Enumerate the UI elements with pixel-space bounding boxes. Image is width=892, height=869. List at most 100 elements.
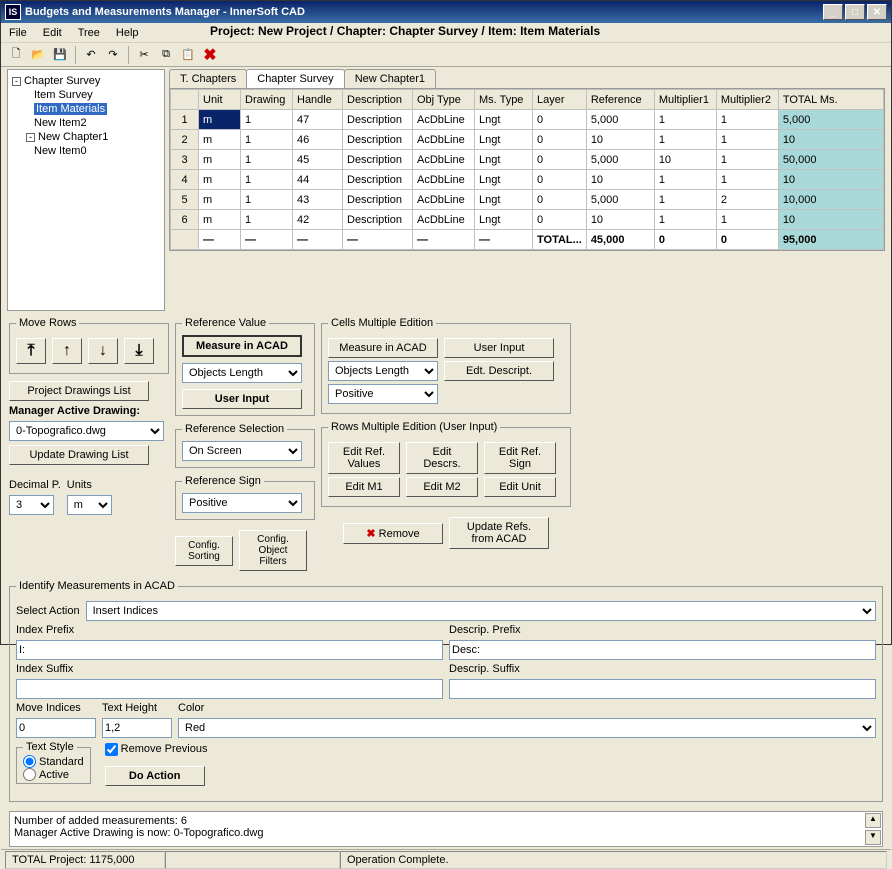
color-label: Color (178, 702, 876, 714)
copy-icon[interactable]: ⧉ (157, 46, 175, 64)
update-refs-button[interactable]: Update Refs. from ACAD (449, 517, 549, 549)
reference-sign-panel: Reference Sign Positive (175, 475, 315, 520)
toolbar: 🗋 📂 💾 ↶ ↷ ✂ ⧉ 📋 ✖ (1, 43, 891, 67)
do-action-button[interactable]: Do Action (105, 766, 205, 786)
status-bar: TOTAL Project: 1175,000 Operation Comple… (1, 849, 891, 869)
cme-user-input-button[interactable]: User Input (444, 338, 554, 358)
select-action-label: Select Action (16, 605, 80, 617)
measure-in-acad-button[interactable]: Measure in ACAD (182, 335, 302, 357)
edit-ref-sign-button[interactable]: Edit Ref. Sign (484, 442, 556, 474)
cme-type-select[interactable]: Objects Length (328, 361, 438, 381)
title-bar: IS Budgets and Measurements Manager - In… (1, 1, 891, 23)
manager-active-drawing-label: Manager Active Drawing: (9, 405, 169, 417)
tree-node-item-materials[interactable]: Item Materials (12, 102, 160, 116)
remove-previous-checkbox[interactable]: Remove Previous (105, 743, 208, 756)
tab-chapter-survey[interactable]: Chapter Survey (246, 69, 344, 88)
maximize-button[interactable]: □ (845, 4, 865, 20)
tree-node-new-item0[interactable]: New Item0 (12, 144, 160, 158)
index-prefix-input[interactable] (16, 640, 443, 660)
new-icon[interactable]: 🗋 (7, 46, 25, 64)
minimize-button[interactable]: _ (823, 4, 843, 20)
table-row[interactable]: 1 m147 DescriptionAcDbLineLngt0 5,000115… (171, 110, 884, 130)
cme-sign-select[interactable]: Positive (328, 384, 438, 404)
cut-icon[interactable]: ✂ (135, 46, 153, 64)
edit-m1-button[interactable]: Edit M1 (328, 477, 400, 497)
open-icon[interactable]: 📂 (29, 46, 47, 64)
table-row[interactable]: 2 m146 DescriptionAcDbLineLngt0 101110 (171, 130, 884, 150)
table-row[interactable]: 5 m143 DescriptionAcDbLineLngt0 5,000121… (171, 190, 884, 210)
redo-icon[interactable]: ↷ (104, 46, 122, 64)
ref-sign-select[interactable]: Positive (182, 493, 302, 513)
edit-descrs-button[interactable]: Edit Descrs. (406, 442, 478, 474)
select-action-select[interactable]: Insert Indices (86, 601, 876, 621)
update-drawing-list-button[interactable]: Update Drawing List (9, 445, 149, 465)
menu-bar: File Edit Tree Help Project: New Project… (1, 23, 891, 43)
units-select[interactable]: m (67, 495, 112, 515)
status-total: TOTAL Project: 1175,000 (5, 851, 165, 869)
menu-tree[interactable]: Tree (78, 27, 100, 39)
text-height-input[interactable] (102, 718, 172, 738)
ref-selection-select[interactable]: On Screen (182, 441, 302, 461)
reference-value-panel: Reference Value Measure in ACAD Objects … (175, 317, 315, 416)
tab-new-chapter1[interactable]: New Chapter1 (344, 69, 436, 88)
log-panel: Number of added measurements: 6 Manager … (9, 811, 883, 847)
move-top-button[interactable]: ⤒ (16, 338, 46, 364)
remove-button[interactable]: ✖ Remove (343, 523, 443, 544)
text-style-panel: Text Style Standard Active (16, 741, 91, 784)
log-line: Manager Active Drawing is now: 0-Topogra… (14, 827, 878, 839)
descrip-suffix-input[interactable] (449, 679, 876, 699)
index-suffix-input[interactable] (16, 679, 443, 699)
edit-ref-values-button[interactable]: Edit Ref. Values (328, 442, 400, 474)
scroll-up-icon[interactable]: ▲ (865, 813, 881, 828)
delete-icon[interactable]: ✖ (201, 46, 219, 64)
edit-unit-button[interactable]: Edit Unit (484, 477, 556, 497)
text-style-standard-radio[interactable]: Standard (23, 755, 84, 768)
move-indices-label: Move Indices (16, 702, 96, 714)
menu-edit[interactable]: Edit (43, 27, 62, 39)
menu-help[interactable]: Help (116, 27, 139, 39)
tree-node-new-chapter1[interactable]: -New Chapter1 (12, 130, 160, 144)
identify-measurements-panel: Identify Measurements in ACAD Select Act… (9, 580, 883, 802)
ref-value-type-select[interactable]: Objects Length (182, 363, 302, 383)
config-object-filters-button[interactable]: Config. Object Filters (239, 530, 307, 571)
text-style-active-radio[interactable]: Active (23, 768, 84, 781)
user-input-button[interactable]: User Input (182, 389, 302, 409)
undo-icon[interactable]: ↶ (82, 46, 100, 64)
paste-icon[interactable]: 📋 (179, 46, 197, 64)
descrip-suffix-label: Descrip. Suffix (449, 663, 876, 675)
tab-t-chapters[interactable]: T. Chapters (169, 69, 247, 88)
tree-node-item-survey[interactable]: Item Survey (12, 88, 160, 102)
move-indices-input[interactable] (16, 718, 96, 738)
totals-row: ——— ——— TOTAL... 45,000 0 0 95,000 (171, 230, 884, 250)
reference-selection-panel: Reference Selection On Screen (175, 423, 315, 468)
cme-measure-button[interactable]: Measure in ACAD (328, 338, 438, 358)
log-line: Number of added measurements: 6 (14, 815, 878, 827)
tree-node-new-item2[interactable]: New Item2 (12, 116, 160, 130)
tree-node-chapter-survey[interactable]: -Chapter Survey (12, 74, 160, 88)
menu-file[interactable]: File (9, 27, 27, 39)
edit-m2-button[interactable]: Edit M2 (406, 477, 478, 497)
scroll-down-icon[interactable]: ▼ (865, 830, 881, 845)
descrip-prefix-label: Descrip. Prefix (449, 624, 876, 636)
move-down-button[interactable]: ↓ (88, 338, 118, 364)
tab-strip: T. Chapters Chapter Survey New Chapter1 (169, 69, 885, 88)
table-row[interactable]: 3 m145 DescriptionAcDbLineLngt0 5,000101… (171, 150, 884, 170)
color-select[interactable]: Red (178, 718, 876, 738)
config-sorting-button[interactable]: Config. Sorting (175, 536, 233, 566)
close-button[interactable]: ✕ (867, 4, 887, 20)
data-grid[interactable]: Unit Drawing Handle Description Obj Type… (169, 88, 885, 251)
edit-descript-button[interactable]: Edt. Descript. (444, 361, 554, 381)
save-icon[interactable]: 💾 (51, 46, 69, 64)
descrip-prefix-input[interactable] (449, 640, 876, 660)
move-up-button[interactable]: ↑ (52, 338, 82, 364)
tree-view[interactable]: -Chapter Survey Item Survey Item Materia… (7, 69, 165, 311)
table-row[interactable]: 4 m144 DescriptionAcDbLineLngt0 101110 (171, 170, 884, 190)
manager-active-drawing-select[interactable]: 0-Topografico.dwg (9, 421, 164, 441)
project-drawings-list-button[interactable]: Project Drawings List (9, 381, 149, 401)
status-progress (165, 851, 340, 869)
table-row[interactable]: 6 m142 DescriptionAcDbLineLngt0 101110 (171, 210, 884, 230)
decimal-p-select[interactable]: 3 (9, 495, 54, 515)
units-label: Units (67, 479, 112, 491)
move-bottom-button[interactable]: ⤓ (124, 338, 154, 364)
index-prefix-label: Index Prefix (16, 624, 443, 636)
